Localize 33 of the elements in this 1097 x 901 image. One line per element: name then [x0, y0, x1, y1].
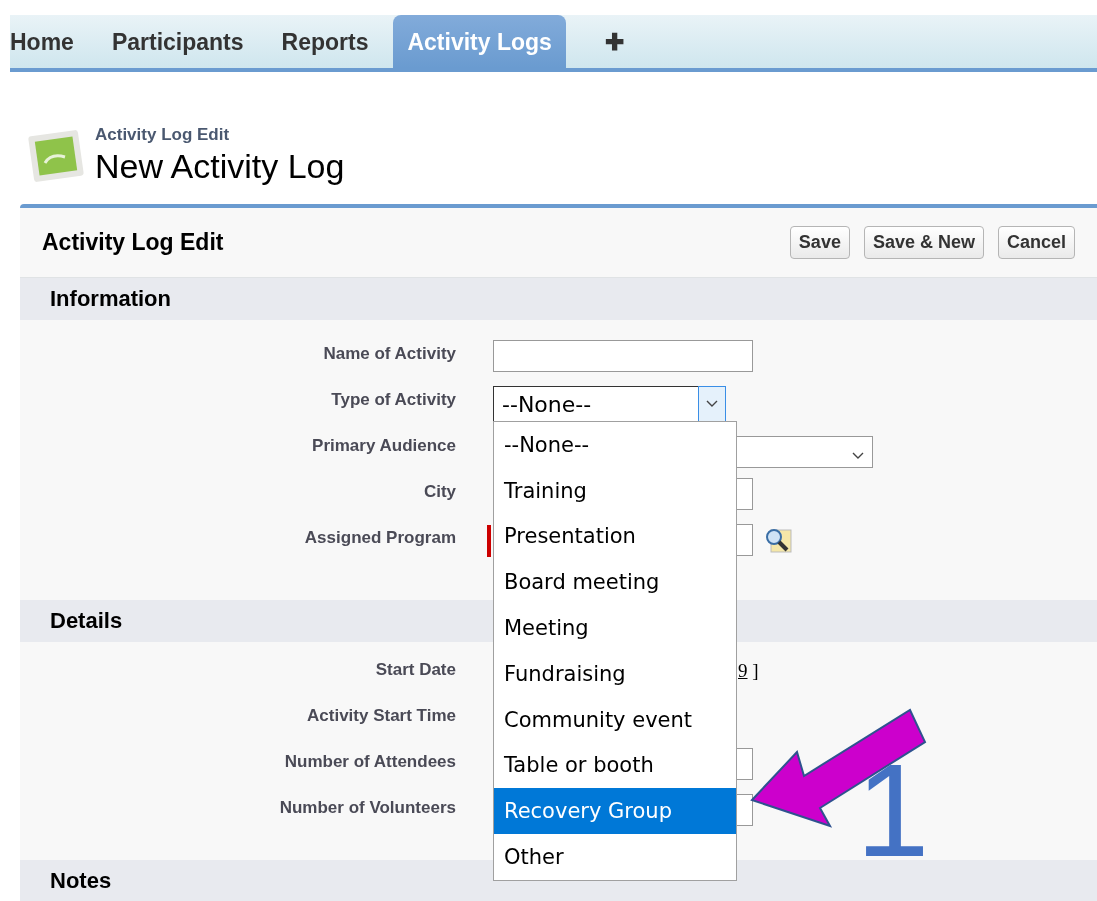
- field-label: Assigned Program: [304, 527, 456, 549]
- panel-title: Activity Log Edit: [42, 229, 225, 256]
- dropdown-option[interactable]: Recovery Group: [494, 788, 736, 835]
- nav-tab[interactable]: ✚: [585, 15, 643, 68]
- caret-icon: [706, 400, 718, 408]
- field-label: Start Date: [375, 659, 456, 681]
- dropdown-option[interactable]: --None--: [494, 422, 736, 468]
- dropdown-option[interactable]: Presentation: [494, 513, 736, 560]
- section-header: Information: [20, 278, 1097, 320]
- nav-tab[interactable]: Reports: [262, 15, 388, 68]
- page-subtitle: Activity Log Edit: [95, 125, 231, 145]
- form-button[interactable]: Save: [789, 226, 850, 259]
- select-field[interactable]: --None--: [493, 386, 726, 422]
- field-label: Number of Attendees: [284, 751, 456, 773]
- dropdown-option[interactable]: Training: [494, 467, 736, 514]
- dropdown-option[interactable]: Fundraising: [494, 651, 736, 697]
- field-label: City: [423, 481, 456, 503]
- caret-icon: [852, 452, 864, 460]
- field-label: Primary Audience: [312, 435, 456, 457]
- date-link[interactable]: 9: [738, 660, 748, 681]
- field-label: Number of Volunteers: [279, 797, 456, 819]
- dropdown-option[interactable]: Table or booth: [494, 742, 736, 789]
- nav-tab[interactable]: Home: [10, 15, 93, 68]
- field-label: Activity Start Time: [307, 705, 456, 727]
- page-title: New Activity Log: [95, 147, 345, 186]
- field-label: Type of Activity: [331, 389, 456, 411]
- field-label: Name of Activity: [323, 343, 456, 365]
- form-button[interactable]: Save & New: [863, 226, 984, 259]
- form-button[interactable]: Cancel: [997, 226, 1075, 259]
- input-field[interactable]: [493, 340, 753, 372]
- dropdown-option[interactable]: Community event: [494, 696, 736, 743]
- bracket-text: ]: [752, 660, 759, 681]
- nav-tab[interactable]: Participants: [92, 15, 263, 68]
